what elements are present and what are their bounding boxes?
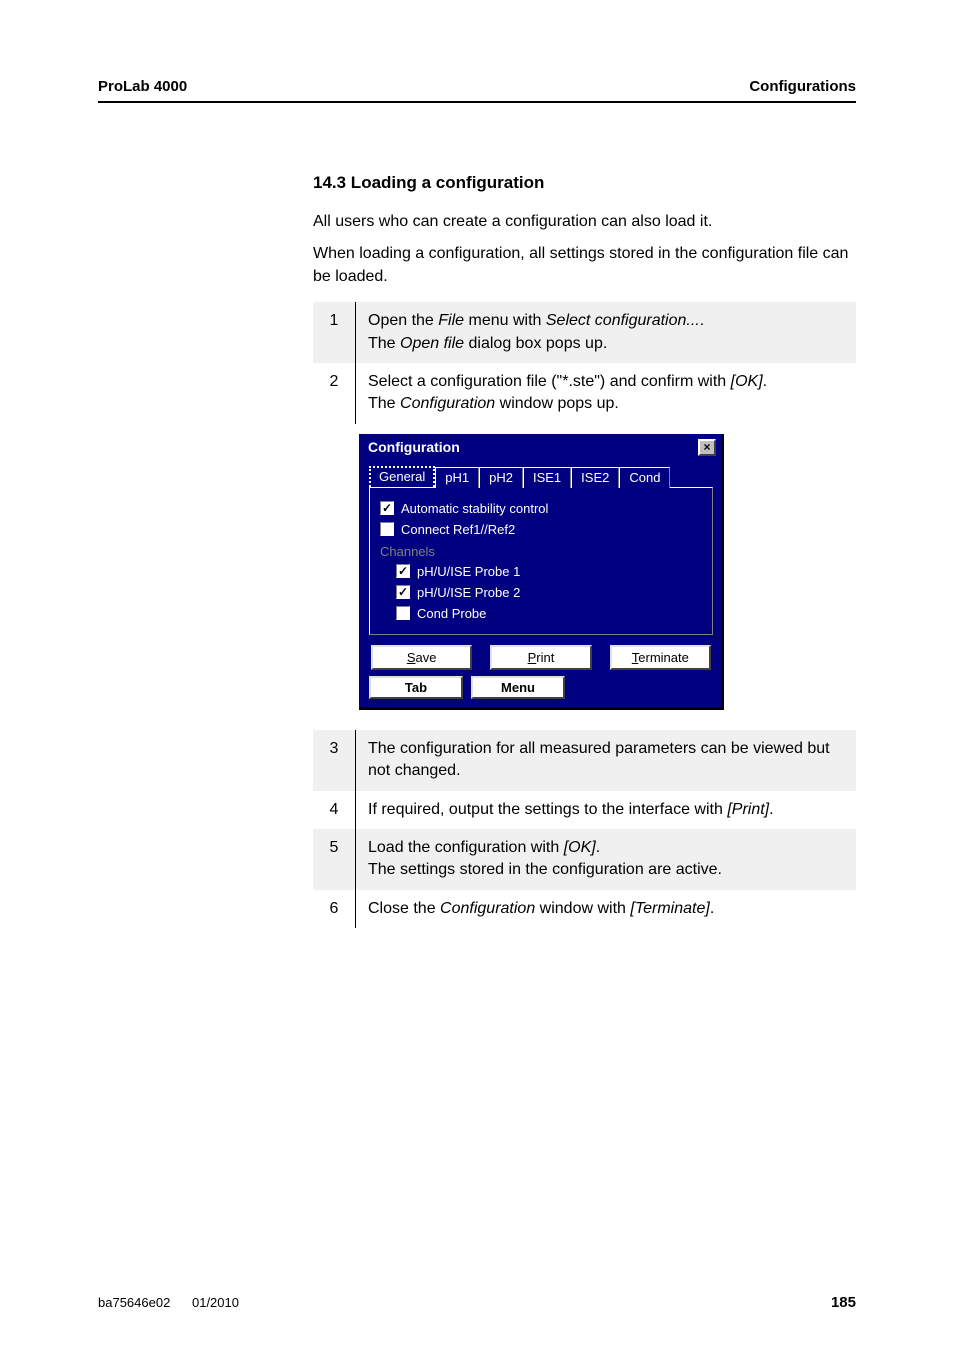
- step-table-a: 1Open the File menu with Select configur…: [313, 302, 856, 424]
- dialog-tab-panel: ✓ Automatic stability control Connect Re…: [369, 487, 713, 635]
- main-content: 14.3 Loading a configuration All users w…: [98, 103, 856, 928]
- label-auto-stability: Automatic stability control: [401, 501, 548, 516]
- header-right: Configurations: [749, 78, 856, 95]
- group-channels-label: Channels: [380, 540, 702, 561]
- label-cond-probe: Cond Probe: [417, 606, 486, 621]
- step-row: 5Load the configuration with [OK].The se…: [313, 829, 856, 890]
- step-text: Select a configuration file ("*.ste") an…: [356, 363, 857, 424]
- terminate-button[interactable]: Terminate: [610, 645, 711, 670]
- step-row: 3The configuration for all measured para…: [313, 730, 856, 791]
- dialog-title: Configuration: [368, 439, 460, 455]
- step-text: Open the File menu with Select configura…: [356, 302, 857, 363]
- dialog-tab[interactable]: ISE1: [523, 467, 571, 488]
- checkbox-auto-stability[interactable]: ✓: [380, 501, 394, 515]
- dialog-tab[interactable]: Cond: [619, 467, 670, 488]
- step-text: The configuration for all measured param…: [356, 730, 857, 791]
- dialog-tab[interactable]: ISE2: [571, 467, 619, 488]
- step-row: 1Open the File menu with Select configur…: [313, 302, 856, 363]
- step-text: Close the Configuration window with [Ter…: [356, 890, 857, 928]
- checkbox-cond-probe[interactable]: [396, 606, 410, 620]
- header-left: ProLab 4000: [98, 78, 187, 95]
- section-heading: 14.3 Loading a configuration: [313, 173, 856, 193]
- step-number: 4: [313, 791, 356, 829]
- checkbox-probe2[interactable]: ✓: [396, 585, 410, 599]
- dialog-tab-row: GeneralpH1pH2ISE1ISE2Cond: [369, 466, 713, 487]
- label-probe1: pH/U/ISE Probe 1: [417, 564, 520, 579]
- label-probe2: pH/U/ISE Probe 2: [417, 585, 520, 600]
- close-icon[interactable]: ×: [698, 439, 716, 456]
- dialog-tab[interactable]: pH2: [479, 467, 523, 488]
- bottom-tab-tab[interactable]: Tab: [369, 676, 463, 699]
- dialog-tab[interactable]: General: [369, 466, 435, 487]
- bottom-tab-menu[interactable]: Menu: [471, 676, 565, 699]
- checkbox-probe1[interactable]: ✓: [396, 564, 410, 578]
- step-row: 2Select a configuration file ("*.ste") a…: [313, 363, 856, 424]
- dialog-tab[interactable]: pH1: [435, 467, 479, 488]
- footer-page-number: 185: [831, 1294, 856, 1311]
- dialog-screenshot: Configuration × GeneralpH1pH2ISE1ISE2Con…: [313, 424, 856, 716]
- print-button[interactable]: Print: [490, 645, 591, 670]
- step-text: If required, output the settings to the …: [356, 791, 857, 829]
- step-table-b: 3The configuration for all measured para…: [313, 730, 856, 928]
- step-number: 6: [313, 890, 356, 928]
- step-text: Load the configuration with [OK].The set…: [356, 829, 857, 890]
- page-footer: ba75646e02 01/2010 185: [98, 1274, 856, 1311]
- step-number: 2: [313, 363, 356, 424]
- intro-p1: All users who can create a configuration…: [313, 211, 856, 233]
- checkbox-connect-ref[interactable]: [380, 522, 394, 536]
- step-row: 6Close the Configuration window with [Te…: [313, 890, 856, 928]
- intro-p2: When loading a configuration, all settin…: [313, 243, 856, 288]
- dialog-titlebar: Configuration ×: [361, 436, 721, 460]
- step-number: 1: [313, 302, 356, 363]
- save-button[interactable]: Save: [371, 645, 472, 670]
- step-row: 4If required, output the settings to the…: [313, 791, 856, 829]
- label-connect-ref: Connect Ref1//Ref2: [401, 522, 515, 537]
- step-number: 3: [313, 730, 356, 791]
- footer-date: 01/2010: [192, 1295, 239, 1310]
- step-number: 5: [313, 829, 356, 890]
- footer-doc: ba75646e02: [98, 1295, 170, 1310]
- configuration-dialog: Configuration × GeneralpH1pH2ISE1ISE2Con…: [359, 434, 724, 710]
- page-header: ProLab 4000 Configurations: [98, 78, 856, 103]
